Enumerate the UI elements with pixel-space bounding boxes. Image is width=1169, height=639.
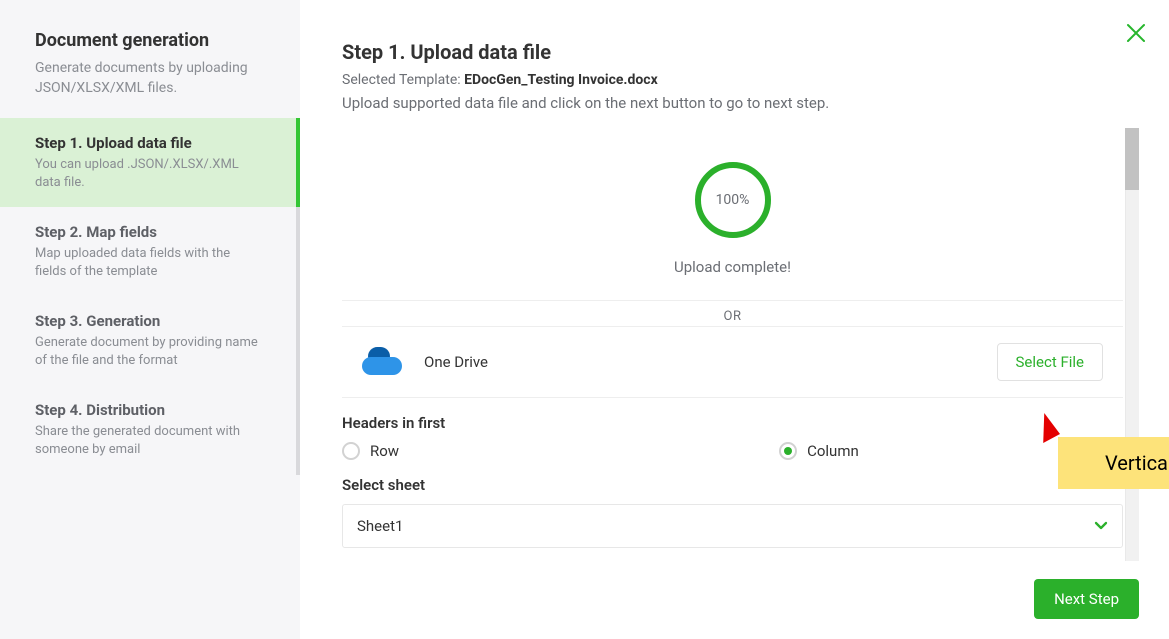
radio-icon: [342, 442, 360, 460]
step-desc: Generate document by providing name of t…: [35, 334, 261, 369]
step-desc: Share the generated document with someon…: [35, 423, 261, 458]
next-step-button[interactable]: Next Step: [1034, 579, 1139, 619]
select-file-button[interactable]: Select File: [997, 343, 1103, 381]
sidebar-header: Document generation Generate documents b…: [0, 30, 300, 118]
onedrive-row: One Drive Select File: [342, 327, 1123, 398]
footer: Next Step: [342, 561, 1139, 619]
progress-percent: 100%: [716, 192, 750, 208]
sidebar-description: Generate documents by uploading JSON/XLS…: [35, 59, 265, 98]
scrollbar[interactable]: [1125, 128, 1139, 561]
step-1-upload[interactable]: Step 1. Upload data file You can upload …: [0, 118, 300, 207]
selected-template-name: EDocGen_Testing Invoice.docx: [464, 72, 658, 88]
main-panel: Step 1. Upload data file Selected Templa…: [300, 0, 1169, 639]
chevron-down-icon: [1094, 517, 1108, 535]
step-3-generation[interactable]: Step 3. Generation Generate document by …: [0, 296, 300, 385]
radio-row-option[interactable]: Row: [342, 442, 399, 460]
headers-in-first-label: Headers in first: [342, 414, 1123, 432]
step-desc: Map uploaded data fields with the fields…: [35, 245, 261, 280]
radio-icon: [779, 442, 797, 460]
step-desc: You can upload .JSON/.XLSX/.XML data fil…: [35, 156, 261, 191]
upload-status-card: 100% Upload complete!: [342, 128, 1123, 300]
main-instruction: Upload supported data file and click on …: [342, 94, 1139, 112]
sidebar-title: Document generation: [35, 30, 265, 51]
radio-label: Column: [807, 442, 859, 460]
onedrive-label: One Drive: [424, 353, 488, 371]
onedrive-icon: [362, 349, 402, 375]
select-sheet-label: Select sheet: [342, 476, 1123, 494]
main-title: Step 1. Upload data file: [342, 40, 1139, 64]
radio-column-option[interactable]: Column: [779, 442, 859, 460]
sheet-select[interactable]: Sheet1: [342, 504, 1123, 548]
radio-label: Row: [370, 442, 399, 460]
sheet-select-value: Sheet1: [357, 517, 403, 535]
selected-template-prefix: Selected Template:: [342, 72, 464, 88]
step-4-distribution[interactable]: Step 4. Distribution Share the generated…: [0, 385, 300, 474]
close-icon[interactable]: [1125, 22, 1147, 49]
step-2-map-fields[interactable]: Step 2. Map fields Map uploaded data fie…: [0, 207, 300, 296]
selected-template: Selected Template: EDocGen_Testing Invoi…: [342, 72, 1139, 88]
step-title: Step 4. Distribution: [35, 401, 261, 419]
form-scroll-area: 100% Upload complete! OR One Drive Selec…: [342, 128, 1139, 561]
headers-radio-group: Row Column: [342, 442, 1123, 460]
sidebar: Document generation Generate documents b…: [0, 0, 300, 639]
upload-complete-label: Upload complete!: [362, 258, 1103, 276]
step-title: Step 1. Upload data file: [35, 134, 261, 152]
step-title: Step 2. Map fields: [35, 223, 261, 241]
scrollbar-thumb[interactable]: [1125, 128, 1139, 190]
step-title: Step 3. Generation: [35, 312, 261, 330]
progress-ring: 100%: [695, 162, 771, 238]
or-separator: OR: [342, 300, 1123, 327]
